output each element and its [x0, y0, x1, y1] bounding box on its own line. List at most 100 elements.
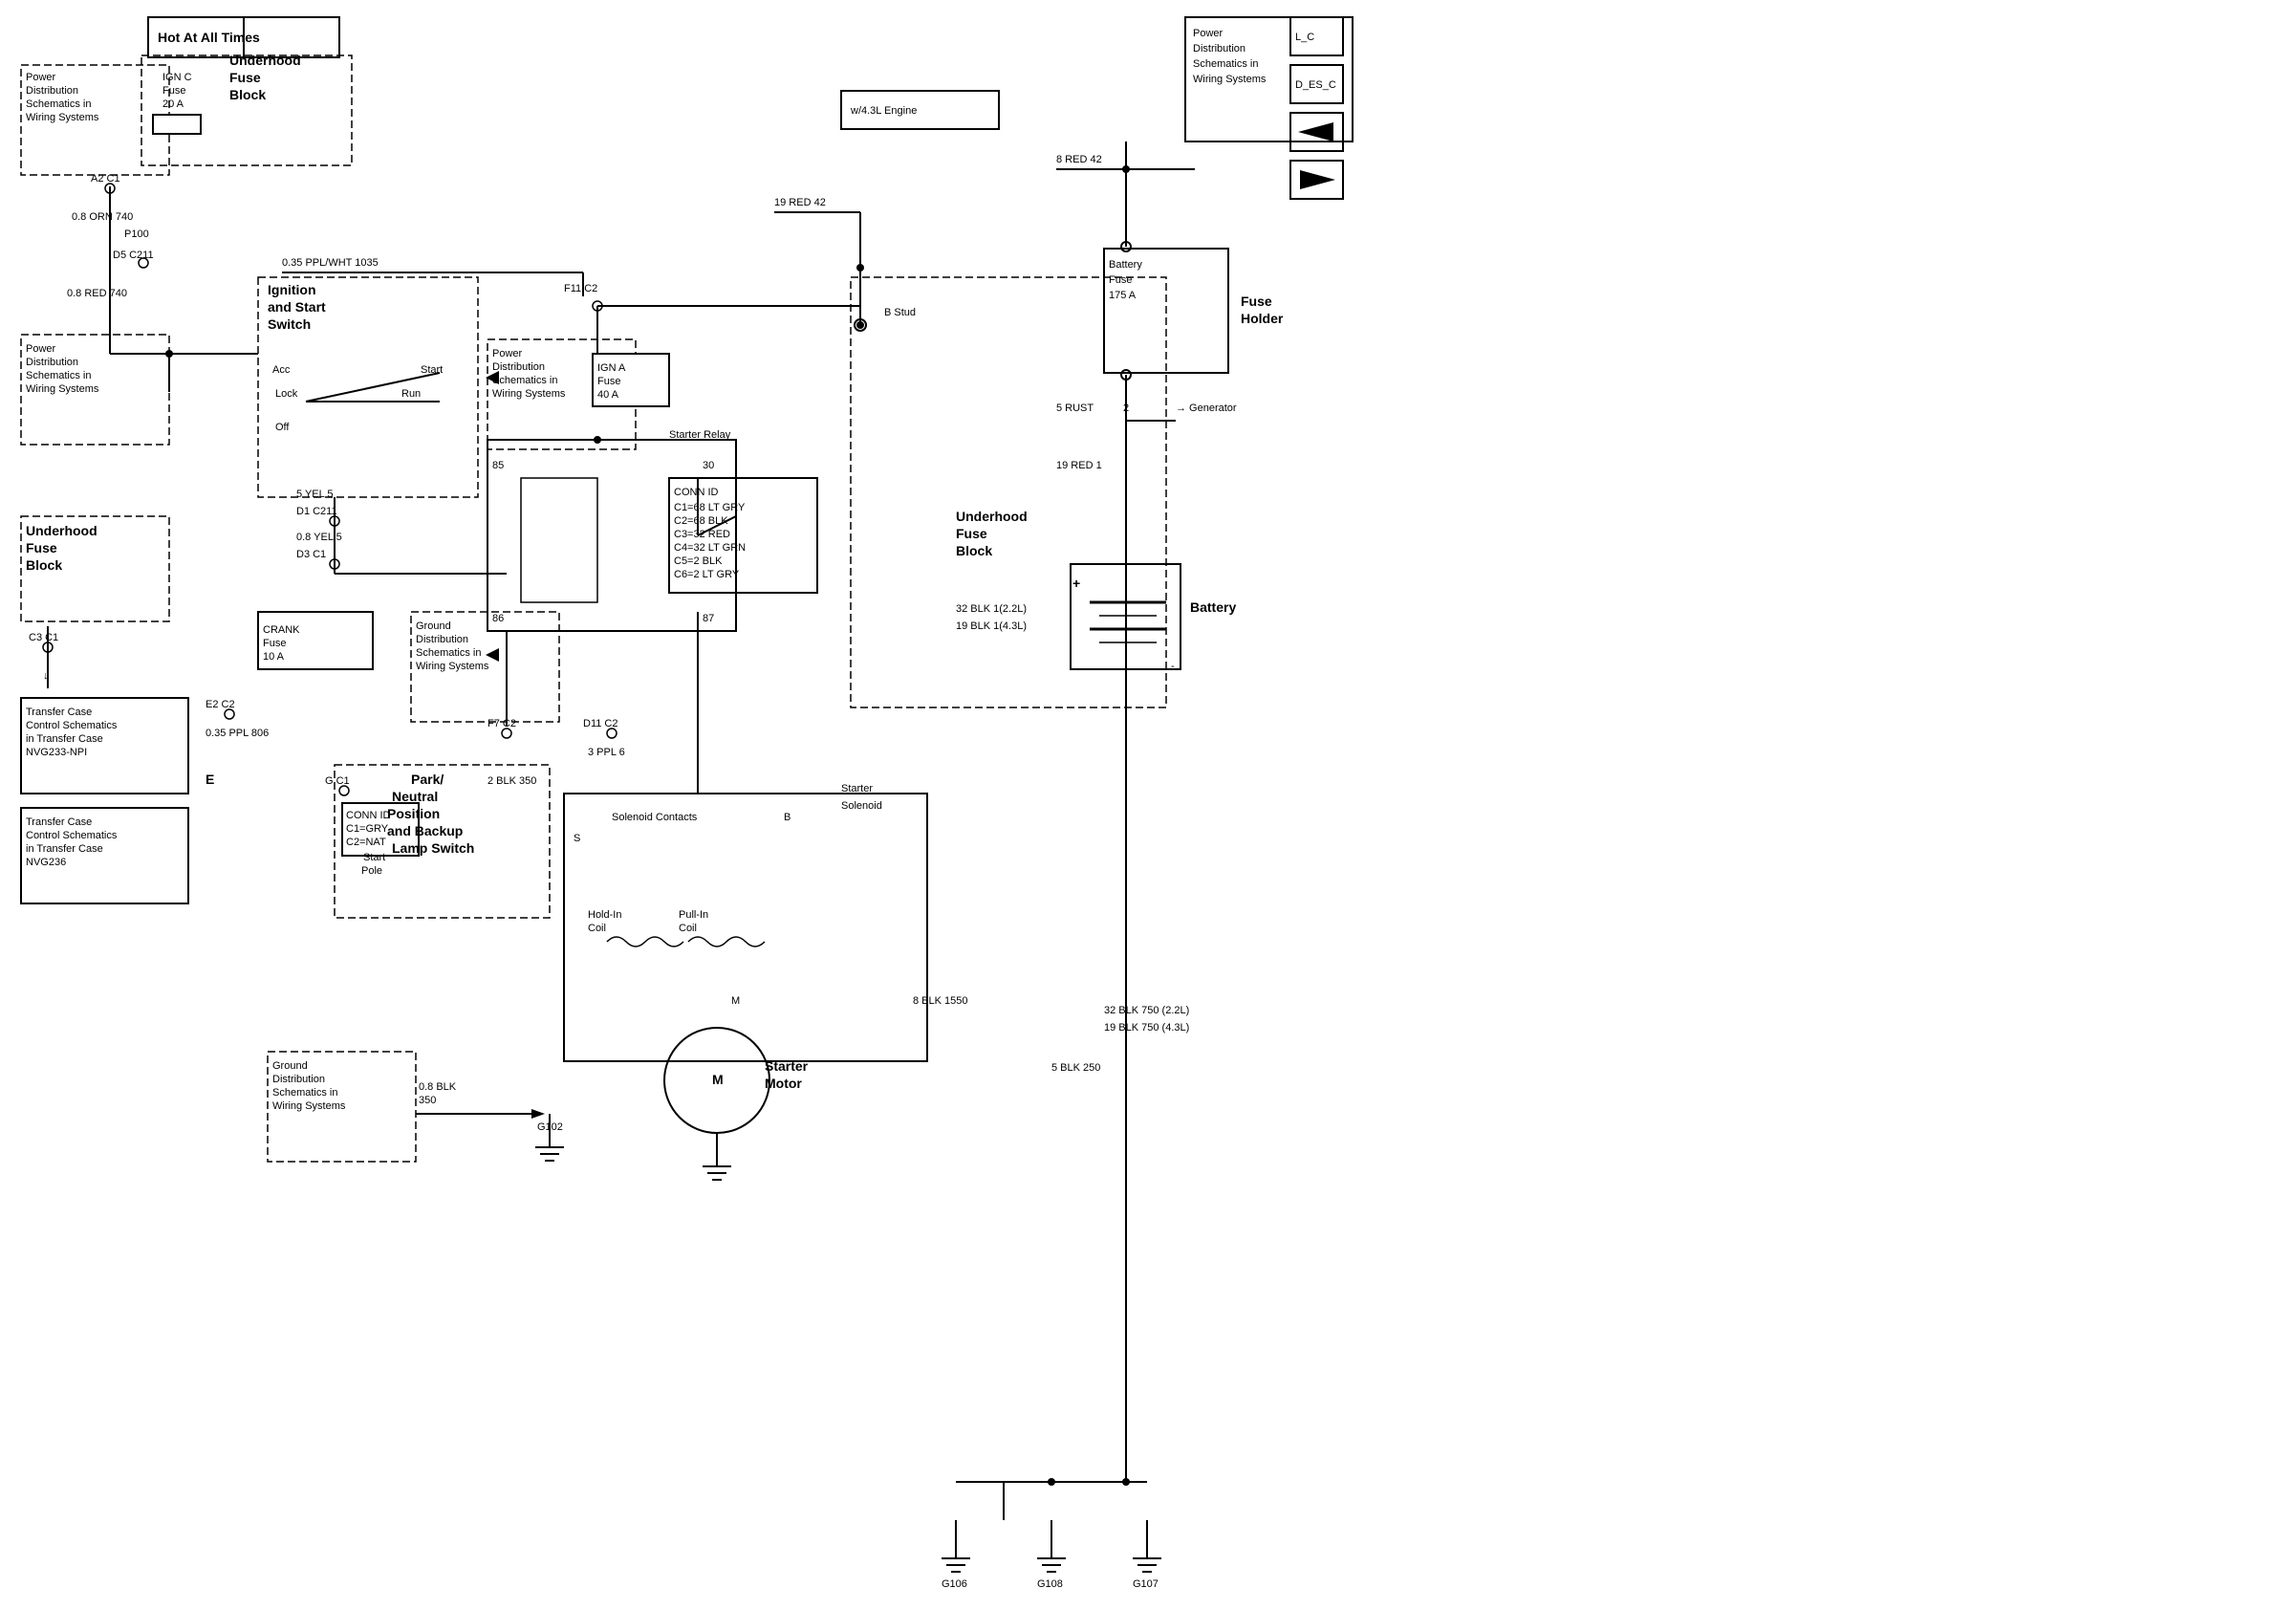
- power-dist-tr-line2: Distribution: [1193, 43, 1245, 54]
- power-dist-ml-line4: Wiring Systems: [26, 383, 99, 395]
- junction-dot-1: [165, 350, 173, 358]
- battery-fuse-label1: Battery: [1109, 259, 1142, 271]
- wire-19-red-1: 19 RED 1: [1056, 460, 1102, 471]
- starter-motor-label1: Starter: [765, 1058, 809, 1074]
- relay-terminal-87: 87: [703, 613, 714, 624]
- power-dist-c-line4: Wiring Systems: [492, 388, 566, 400]
- underhood-fuse-block-top-label3: Block: [229, 87, 266, 102]
- starter-motor-label2: Motor: [765, 1076, 802, 1091]
- d3-c1-label: D3 C1: [296, 549, 326, 560]
- ign-a-fuse-label3: 40 A: [597, 389, 619, 401]
- hold-in-coil-label1: Hold-In: [588, 909, 621, 921]
- w43l-engine-label: w/4.3L Engine: [850, 105, 917, 117]
- tc-nvg236-line1: Transfer Case: [26, 816, 92, 828]
- s-terminal: S: [574, 833, 580, 844]
- park-neutral-label4: and Backup: [387, 823, 463, 838]
- conn-id-center-label: CONN ID: [674, 487, 719, 498]
- junction-f11-relay: [594, 436, 601, 444]
- starter-solenoid-label2: Solenoid: [841, 800, 882, 812]
- underhood-fuse-left-label3: Block: [26, 557, 62, 573]
- b-stud-label: B Stud: [884, 307, 916, 318]
- f11-c2-label: F11 C2: [564, 283, 597, 294]
- park-neutral-label5: Lamp Switch: [392, 840, 474, 856]
- g108-label: G108: [1037, 1578, 1063, 1590]
- g-c1-label: G C1: [325, 775, 350, 787]
- run-label: Run: [401, 388, 421, 400]
- conn-id-c6: C6=2 LT GRY: [674, 569, 740, 580]
- wire-8-blk-1550: 8 BLK 1550: [913, 995, 968, 1007]
- wire-5-yel-5: 5 YEL 5: [296, 489, 334, 500]
- conn-id-park-c1: C1=GRY: [346, 823, 389, 835]
- ign-c-fuse-label-line3: 20 A: [162, 98, 184, 110]
- fuse-holder-label2: Holder: [1241, 311, 1284, 326]
- conn-id-c5: C5=2 BLK: [674, 555, 723, 567]
- power-dist-ml-line1: Power: [26, 343, 56, 355]
- b-terminal: B: [784, 812, 791, 823]
- motor-symbol: M: [712, 1072, 724, 1087]
- g107-label: G107: [1133, 1578, 1159, 1590]
- ign-a-fuse-label1: IGN A: [597, 362, 626, 374]
- wire-08-red-740: 0.8 RED 740: [67, 288, 127, 299]
- underhood-fuse-right-label3: Block: [956, 543, 992, 558]
- a2-c1-label: A2 C1: [91, 173, 120, 185]
- p100-label: P100: [124, 228, 149, 240]
- battery-fuse-label3: 175 A: [1109, 290, 1137, 301]
- crank-fuse-label3: 10 A: [263, 651, 285, 663]
- power-dist-c-line2: Distribution: [492, 361, 545, 373]
- underhood-fuse-right-label2: Fuse: [956, 526, 987, 541]
- underhood-fuse-block-top-label2: Fuse: [229, 70, 261, 85]
- pull-in-coil-label1: Pull-In: [679, 909, 708, 921]
- wire-2-blk-350: 2 BLK 350: [487, 775, 536, 787]
- ground-dist-c-line4: Wiring Systems: [416, 661, 489, 672]
- solenoid-contacts-label: Solenoid Contacts: [612, 812, 698, 823]
- tc-nvg233-line4: NVG233-NPI: [26, 747, 87, 758]
- hold-in-coil-label2: Coil: [588, 923, 606, 934]
- power-dist-ml-line2: Distribution: [26, 357, 78, 368]
- acc-label: Acc: [272, 364, 291, 376]
- e2-c2-label: E2 C2: [206, 699, 235, 710]
- battery-label: Battery: [1190, 599, 1236, 615]
- relay-terminal-30: 30: [703, 460, 714, 471]
- power-dist-ml-line3: Schematics in: [26, 370, 91, 381]
- ground-dist-bot-line2: Distribution: [272, 1074, 325, 1085]
- tc-nvg236-line2: Control Schematics: [26, 830, 118, 841]
- fuse-holder-label: Fuse: [1241, 294, 1272, 309]
- power-dist-c-line3: Schematics in: [492, 375, 557, 386]
- ign-c-fuse-label-line2: Fuse: [162, 85, 185, 97]
- junction-b-stud: [856, 321, 864, 329]
- g106-label: G106: [942, 1578, 967, 1590]
- tc-nvg236-line3: in Transfer Case: [26, 843, 103, 855]
- power-dist-c-line1: Power: [492, 348, 523, 359]
- starter-solenoid-label: Starter: [841, 783, 873, 794]
- wire-19-red-42-upper: 19 RED 42: [774, 197, 826, 208]
- pull-in-coil-label2: Coil: [679, 923, 697, 934]
- ignition-switch-label2: and Start: [268, 299, 326, 315]
- underhood-fuse-right-label1: Underhood: [956, 509, 1028, 524]
- ground-dist-c-line3: Schematics in: [416, 647, 481, 659]
- battery-fuse-label2: Fuse: [1109, 274, 1132, 286]
- power-dist-tl-line1: Power: [26, 72, 56, 83]
- ground-dist-c-line2: Distribution: [416, 634, 468, 645]
- power-dist-tr-line4: Wiring Systems: [1193, 74, 1267, 85]
- start-pole-label: Start: [363, 852, 385, 863]
- battery-plus: +: [1072, 576, 1080, 591]
- wire-350-bot: 350: [419, 1095, 436, 1106]
- park-neutral-label1: Park/: [411, 772, 444, 787]
- ign-c-fuse-symbol: [153, 115, 201, 134]
- junction-batt-ground: [1122, 1478, 1130, 1486]
- underhood-fuse-left-label1: Underhood: [26, 523, 97, 538]
- crank-fuse-label1: CRANK: [263, 624, 300, 636]
- d1-c211-label: D1 C211: [296, 506, 337, 517]
- power-dist-tr-line1: Power: [1193, 28, 1224, 39]
- battery-minus: -: [1171, 661, 1175, 672]
- underhood-fuse-left-label2: Fuse: [26, 540, 57, 555]
- junction-19-red: [856, 264, 864, 272]
- crank-fuse-label2: Fuse: [263, 638, 286, 649]
- tc-nvg236-line4: NVG236: [26, 857, 66, 868]
- legend-loc-text: L_C: [1295, 32, 1314, 43]
- wire-8-red-42: 8 RED 42: [1056, 154, 1102, 165]
- ground-dist-bot-line1: Ground: [272, 1060, 308, 1072]
- c3-c1-label: C3 C1: [29, 632, 58, 643]
- power-dist-tl-line4: Wiring Systems: [26, 112, 99, 123]
- wire-08-orn-740: 0.8 ORN 740: [72, 211, 133, 223]
